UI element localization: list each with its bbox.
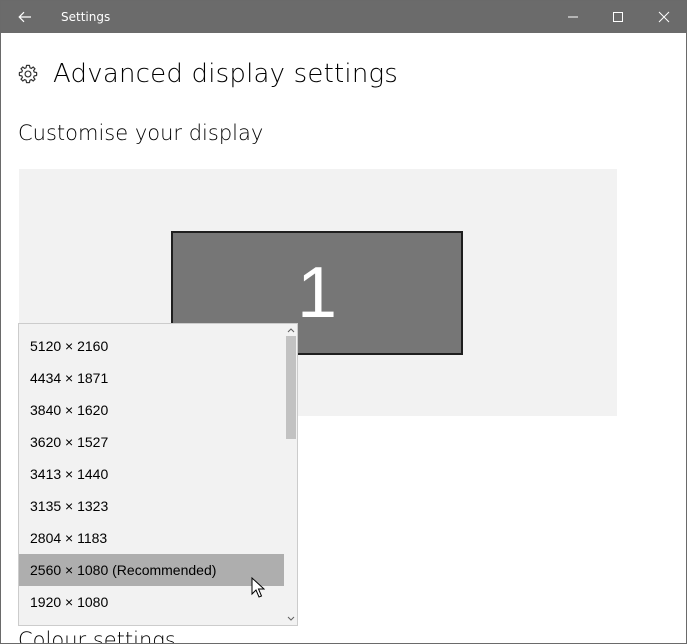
maximize-icon <box>613 12 623 22</box>
mouse-cursor-icon <box>251 577 265 598</box>
customise-display-heading: Customise your display <box>18 121 264 145</box>
page-title: Advanced display settings <box>53 59 399 89</box>
title-bar: Settings <box>1 1 686 33</box>
settings-window: Settings Advanced display settings Custo… <box>0 0 687 644</box>
dropdown-scrollbar[interactable] <box>284 324 297 625</box>
window-title: Settings <box>61 10 111 24</box>
resolution-option[interactable]: 3413 × 1440 <box>19 458 285 490</box>
scroll-down-button[interactable] <box>284 613 297 625</box>
back-arrow-icon <box>18 11 31 23</box>
resolution-option[interactable]: 3620 × 1527 <box>19 426 285 458</box>
monitor-number: 1 <box>296 253 338 333</box>
maximize-button[interactable] <box>595 1 641 33</box>
resolution-option[interactable]: 2804 × 1183 <box>19 522 285 554</box>
minimize-icon <box>568 16 578 18</box>
close-button[interactable] <box>641 1 686 33</box>
minimize-button[interactable] <box>550 1 596 33</box>
resolution-option[interactable]: 1920 × 1080 <box>19 586 285 618</box>
gear-icon <box>18 64 38 84</box>
scroll-thumb[interactable] <box>286 336 296 439</box>
scroll-up-button[interactable] <box>284 324 297 336</box>
back-button[interactable] <box>1 1 49 33</box>
resolution-option-selected[interactable]: 2560 × 1080 (Recommended) <box>19 554 285 586</box>
chevron-down-icon <box>287 616 294 621</box>
resolution-option[interactable]: 3840 × 1620 <box>19 394 285 426</box>
chevron-up-icon <box>287 328 294 333</box>
close-icon <box>658 11 670 23</box>
colour-settings-heading: Colour settings <box>18 628 176 644</box>
page-header: Advanced display settings <box>17 57 398 91</box>
resolution-option[interactable]: 5120 × 2160 <box>19 330 285 362</box>
resolution-option[interactable]: 3135 × 1323 <box>19 490 285 522</box>
resolution-option[interactable]: 4434 × 1871 <box>19 362 285 394</box>
